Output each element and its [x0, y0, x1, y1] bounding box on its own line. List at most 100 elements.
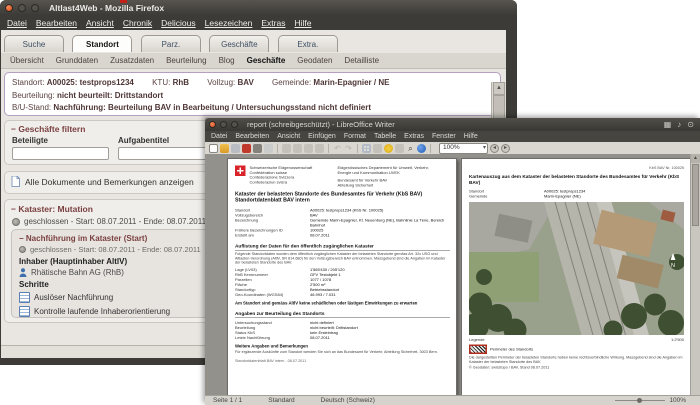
status-page[interactable]: Seite 1 / 1 — [213, 397, 242, 404]
menu-einfuegen[interactable]: Einfügen — [308, 133, 336, 140]
export-pdf-icon[interactable] — [242, 143, 251, 153]
step-kontrolle-inhaberorientierung[interactable]: Kontrolle laufende Inhaberorientierung — [19, 306, 229, 317]
subtab-geschaefte[interactable]: Geschäfte — [247, 56, 286, 65]
menu-bearbeiten[interactable]: Bearbeiten — [235, 133, 269, 140]
paste-icon[interactable] — [304, 143, 313, 153]
meta-value: A00025: testprops1234 (KbS Nr. 100025) — [310, 208, 384, 213]
help-icon[interactable] — [417, 143, 426, 153]
legend-label: Legende — [469, 337, 485, 343]
format-paintbrush-icon[interactable] — [315, 143, 324, 153]
info-row-1: Standort: A00025: testprops1234 KTU: RhB… — [12, 77, 493, 90]
info-value: BAV — [237, 78, 254, 87]
gallery-icon[interactable] — [384, 143, 393, 153]
redo-icon[interactable]: ↷ — [344, 144, 353, 153]
writer-titlebar[interactable]: report (schreibgeschützt) - LibreOffice … — [205, 118, 700, 131]
session-menu-icon[interactable]: ⊙ — [687, 120, 694, 129]
info-label: KbS: — [12, 116, 29, 117]
step-ausloeser-nachfuehrung[interactable]: Auslöser Nachführung — [19, 292, 229, 303]
table-icon[interactable] — [362, 143, 371, 153]
titlebar-marker — [120, 0, 127, 3]
data-label: Letzte Nachführung — [235, 335, 270, 340]
print-icon[interactable] — [253, 143, 262, 153]
volume-icon[interactable]: ♪ — [677, 120, 681, 129]
map-scale: 1:2'500 — [671, 337, 684, 343]
window-title: report (schreibgeschützt) - LibreOffice … — [247, 120, 395, 129]
undo-icon[interactable]: ↶ — [333, 144, 342, 153]
page2-corner-ref: KbS BAV Nr. 100025 — [649, 165, 684, 171]
previous-page-button[interactable]: ◂ — [490, 143, 499, 153]
minimize-button[interactable] — [18, 3, 26, 12]
tab-standort[interactable]: Standort — [72, 35, 133, 52]
tab-geschaefte[interactable]: Geschäfte — [209, 35, 270, 52]
section1-header: Auflistung der Daten für den öffentlich … — [235, 244, 450, 251]
step-label: Auslöser Nachführung — [34, 293, 114, 302]
keyboard-indicator-icon[interactable]: ▦ — [664, 120, 672, 129]
menu-tabelle[interactable]: Tabelle — [374, 133, 396, 140]
menu-fenster[interactable]: Fenster — [432, 133, 456, 140]
aufgabentitel-input[interactable] — [118, 147, 215, 160]
zoom-icon[interactable]: ⌕ — [406, 144, 415, 153]
info-row-3: KbS: kein Ersteintrag — [12, 115, 493, 117]
close-button[interactable] — [209, 121, 216, 128]
menu-bearbeiten[interactable]: Bearbeiten — [36, 18, 77, 28]
minimize-button[interactable] — [220, 121, 227, 128]
subtab-grunddaten[interactable]: Grunddaten — [56, 56, 98, 65]
zoom-combo[interactable]: 100% — [439, 142, 488, 154]
maximize-button[interactable] — [231, 121, 238, 128]
subtab-geodaten[interactable]: Geodaten — [297, 56, 332, 65]
scroll-up-icon[interactable]: ▲ — [493, 82, 505, 95]
scroll-thumb[interactable] — [692, 164, 699, 226]
meta-value: 08.07.2011 — [310, 233, 330, 238]
status-style[interactable]: Standard — [268, 397, 294, 404]
beteiligte-input[interactable] — [12, 147, 109, 160]
tab-extra[interactable]: Extra. — [277, 35, 338, 52]
subtab-uebersicht[interactable]: Übersicht — [10, 56, 44, 65]
copy-icon[interactable] — [293, 143, 302, 153]
menu-extras[interactable]: Extras — [404, 133, 424, 140]
menu-delicious[interactable]: Delicious — [161, 18, 196, 28]
zoom-slider[interactable] — [615, 398, 666, 403]
menu-lesezeichen[interactable]: Lesezeichen — [205, 18, 253, 28]
beteiligte-label: Beteiligte — [12, 136, 49, 145]
menu-hilfe[interactable]: Hilfe — [464, 133, 478, 140]
aerial-map-image: N — [469, 202, 684, 335]
subtab-beurteilung[interactable]: Beurteilung — [166, 56, 206, 65]
meta-label: Bezeichnung — [235, 218, 259, 223]
maximize-button[interactable] — [31, 3, 39, 12]
document-icon — [11, 176, 20, 187]
next-page-button[interactable]: ▸ — [501, 143, 510, 153]
menu-chronik[interactable]: Chronik — [123, 18, 152, 28]
print-preview-icon[interactable] — [264, 143, 273, 153]
cut-icon[interactable] — [282, 143, 291, 153]
open-icon[interactable] — [220, 143, 229, 153]
menu-ansicht[interactable]: Ansicht — [86, 18, 114, 28]
zoom-control[interactable]: 100% — [615, 397, 686, 404]
info-label: Vollzug: — [207, 78, 236, 87]
main-tabs: Suche Standort Parz. Geschäfte Extra. — [4, 35, 506, 54]
writer-menubar: Datei Bearbeiten Ansicht Einfügen Format… — [205, 131, 700, 142]
firefox-titlebar[interactable]: Altlast4Web - Mozilla Firefox — [0, 0, 517, 15]
menu-datei[interactable]: Datei — [7, 18, 27, 28]
save-icon[interactable] — [231, 143, 240, 153]
scroll-up-icon[interactable]: ▲ — [691, 154, 700, 163]
menu-extras[interactable]: Extras — [261, 18, 285, 28]
tab-suche[interactable]: Suche — [4, 35, 64, 52]
menu-ansicht[interactable]: Ansicht — [277, 133, 300, 140]
writer-window: report (schreibgeschützt) - LibreOffice … — [205, 118, 700, 405]
new-document-icon[interactable] — [209, 143, 218, 153]
hyperlink-icon[interactable] — [373, 143, 382, 153]
menu-datei[interactable]: Datei — [211, 133, 227, 140]
section2-header: Angaben zur Beurteilung des Standorts — [235, 311, 450, 318]
subtab-zusatzdaten[interactable]: Zusatzdaten — [110, 56, 154, 65]
aufgabentitel-label: Aufgabentitel — [118, 136, 170, 145]
page1-footer: Standortdatenblatt BAV intern - 08.07.20… — [235, 358, 307, 364]
subtab-detailliste[interactable]: Detailliste — [344, 56, 379, 65]
close-button[interactable] — [5, 3, 13, 12]
menu-format[interactable]: Format — [344, 133, 366, 140]
subtab-blog[interactable]: Blog — [219, 56, 235, 65]
menu-hilfe[interactable]: Hilfe — [294, 18, 311, 28]
tab-parz[interactable]: Parz. — [140, 35, 201, 52]
writer-scrollbar[interactable]: ▲ — [690, 154, 700, 396]
status-language[interactable]: Deutsch (Schweiz) — [321, 397, 375, 404]
spelling-icon[interactable] — [395, 143, 404, 153]
